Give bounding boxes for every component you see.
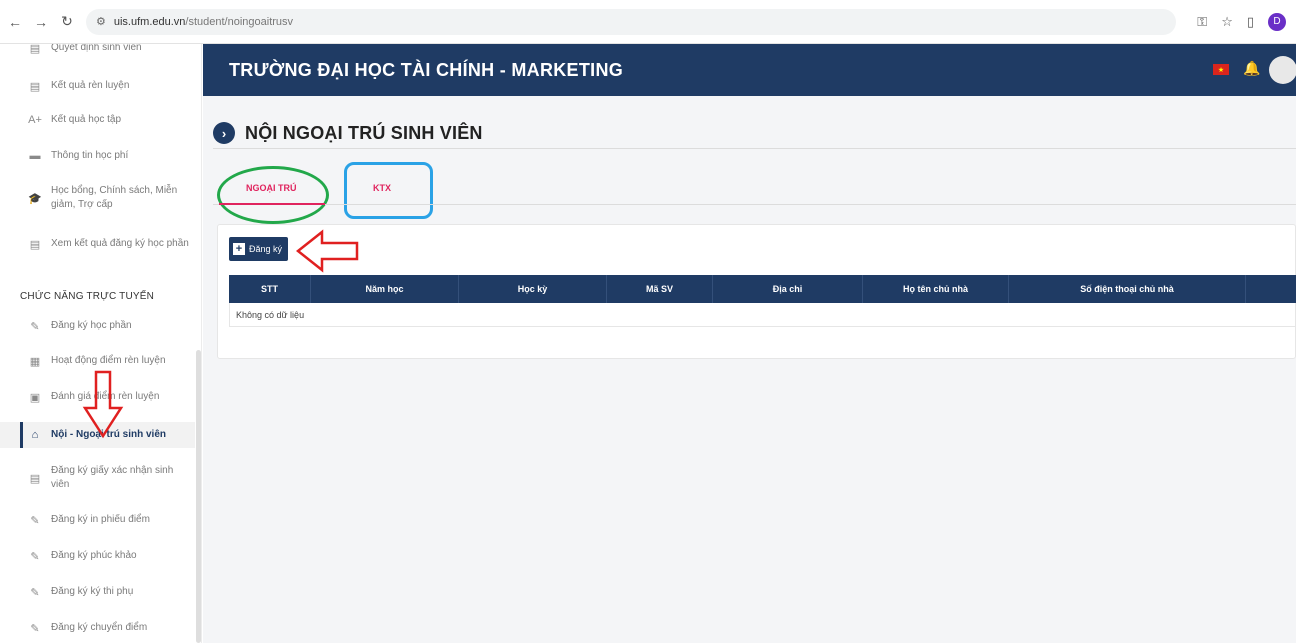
document-icon: ▣ [29, 391, 41, 404]
sidebar-item-in-phieu-diem[interactable]: ✎ Đăng ký in phiếu điểm [0, 510, 195, 530]
sidepanel-icon[interactable]: ▯ [1247, 14, 1254, 30]
document-plus-icon: ▤ [29, 472, 41, 485]
sidebar-item-giay-xac-nhan[interactable]: ▤ Đăng ký giấy xác nhận sinh viên [0, 460, 195, 496]
sidebar-item-label: Đăng ký học phần [51, 320, 132, 331]
sidebar-section-title: CHỨC NĂNG TRỰC TUYẾN [20, 291, 155, 302]
document-icon: ▤ [29, 80, 41, 93]
sidebar-item-label-line2: viên [51, 479, 70, 490]
sidebar-item-label: Kết quả học tập [51, 114, 122, 125]
main-content: › NỘI NGOẠI TRÚ SINH VIÊN NGOẠI TRÚ KTX … [203, 96, 1296, 643]
app-title: TRƯỜNG ĐẠI HỌC TÀI CHÍNH - MARKETING [229, 59, 624, 80]
sidebar-item-chuyen-diem[interactable]: ✎ Đăng ký chuyển điểm [0, 618, 195, 638]
sidebar-scrollbar[interactable] [196, 350, 201, 643]
url-path: /student/noingoaitrusv [185, 15, 294, 28]
annotation-green-ellipse [217, 166, 329, 224]
divider [213, 148, 1296, 149]
sidebar-item-label-line1: Đăng ký giấy xác nhận sinh [51, 465, 174, 476]
document-icon: ▤ [29, 238, 41, 251]
profile-avatar[interactable]: D [1268, 12, 1286, 31]
document-icon: ▤ [29, 44, 41, 55]
sidebar-item-label-line2: giảm, Trợ cấp [51, 199, 113, 210]
chevron-right-icon: › [213, 122, 235, 144]
reload-icon[interactable]: ↻ [56, 11, 78, 33]
sidebar-item-phuc-khao[interactable]: ✎ Đăng ký phúc khảo [0, 546, 195, 566]
column-header[interactable]: Học kỳ [459, 275, 607, 303]
sidebar-item-ket-qua-hoc-tap[interactable]: A+ Kết quả học tập [0, 110, 195, 130]
tab-ngoai-tru[interactable]: NGOẠI TRÚ [246, 183, 297, 193]
sidebar-item-hoc-bong[interactable]: 🎓 Học bổng, Chính sách, Miễn giảm, Trợ c… [0, 180, 195, 216]
home-icon: ⌂ [31, 429, 39, 441]
address-bar[interactable]: ⚙ uis.ufm.edu.vn/student/noingoaitrusv [86, 8, 1176, 35]
content-card: + Đăng ký STT Năm học Học kỳ Mã SV Địa c… [217, 224, 1296, 359]
sidebar-item-ket-qua-ren-luyen[interactable]: ▤ Kết quả rèn luyện [0, 76, 195, 96]
sidebar-item-label: Kết quả rèn luyện [51, 80, 130, 91]
register-button-label: Đăng ký [249, 244, 283, 254]
browser-toolbar: ← → ↻ ⚙ uis.ufm.edu.vn/student/noingoait… [0, 0, 1296, 44]
empty-message: Không có dữ liệu [236, 309, 305, 320]
sidebar: ▤ Quyết định sinh viên ▤ Kết quả rèn luy… [0, 44, 202, 643]
sidebar-item-label: Đăng ký phúc khảo [51, 550, 137, 561]
bell-icon[interactable]: 🔔 [1243, 60, 1260, 77]
column-header[interactable]: Mã SV [607, 275, 713, 303]
sidebar-item-label: Thông tin học phí [51, 150, 129, 161]
edit-icon: ✎ [30, 550, 40, 563]
back-icon[interactable]: ← [4, 11, 26, 33]
column-header[interactable]: Số điện thoại chủ nhà [1009, 275, 1246, 303]
sidebar-item-xem-ket-qua-dang-ky[interactable]: ▤ Xem kết quả đăng ký học phần [0, 234, 195, 254]
tab-ktx[interactable]: KTX [373, 183, 391, 193]
sidebar-item-label: Đăng ký ký thi phụ [51, 586, 134, 597]
sidebar-item-dang-ky-hoc-phan[interactable]: ✎ Đăng ký học phần [0, 316, 195, 336]
forward-icon[interactable]: → [30, 11, 52, 33]
app-header: TRƯỜNG ĐẠI HỌC TÀI CHÍNH - MARKETING ★ 🔔 [203, 44, 1296, 96]
plus-icon: + [233, 243, 245, 255]
table-header: STT Năm học Học kỳ Mã SV Địa chỉ Họ tên … [229, 275, 1296, 303]
active-tab-underline [219, 203, 325, 205]
sidebar-item-label-line1: Học bổng, Chính sách, Miễn [51, 185, 178, 196]
bookmark-star-icon[interactable]: ☆ [1221, 14, 1233, 30]
page-title: NỘI NGOẠI TRÚ SINH VIÊN [245, 122, 483, 143]
sidebar-item-thong-tin-hoc-phi[interactable]: ▬ Thông tin học phí [0, 146, 195, 166]
column-header[interactable]: STT [229, 275, 311, 303]
sidebar-item-label: Xem kết quả đăng ký học phần [51, 238, 189, 249]
users-icon: ▦ [29, 355, 41, 368]
sidebar-item-label: Đăng ký chuyển điểm [51, 622, 148, 633]
vietnam-flag-icon[interactable]: ★ [1213, 64, 1229, 75]
annotation-arrow-down-icon [82, 370, 124, 439]
edit-icon: ✎ [30, 586, 40, 599]
column-header[interactable]: Họ tên chủ nhà [863, 275, 1009, 303]
sidebar-item-thi-phu[interactable]: ✎ Đăng ký ký thi phụ [0, 582, 195, 602]
sidebar-item-quyet-dinh[interactable]: ▤ Quyết định sinh viên [0, 44, 195, 56]
column-header[interactable] [1246, 275, 1296, 303]
sidebar-item-label: Quyết định sinh viên [51, 44, 142, 53]
annotation-arrow-left-icon [296, 229, 359, 273]
url-host: uis.ufm.edu.vn [113, 15, 186, 28]
edit-icon: ✎ [30, 622, 40, 635]
page-header: › NỘI NGOẠI TRÚ SINH VIÊN [213, 122, 483, 144]
text-a-plus-icon: A+ [28, 114, 42, 126]
sidebar-item-label: Hoạt động điểm rèn luyện [51, 355, 166, 366]
column-header[interactable]: Địa chỉ [713, 275, 863, 303]
edit-icon: ✎ [30, 320, 40, 333]
card-icon: ▬ [29, 150, 41, 162]
register-button[interactable]: + Đăng ký [229, 237, 289, 261]
graduation-icon: 🎓 [28, 192, 42, 205]
column-header[interactable]: Năm học [311, 275, 459, 303]
edit-icon: ✎ [30, 514, 40, 527]
table-empty-row: Không có dữ liệu [229, 303, 1296, 327]
tabs-divider [213, 204, 1296, 205]
password-key-icon[interactable]: ⚿ [1197, 14, 1207, 30]
sidebar-item-label: Đăng ký in phiếu điểm [51, 514, 150, 525]
active-indicator [20, 422, 23, 448]
site-settings-icon[interactable]: ⚙ [96, 15, 106, 28]
user-avatar[interactable] [1269, 56, 1296, 84]
sidebar-item-hoat-dong-drl[interactable]: ▦ Hoạt động điểm rèn luyện [0, 351, 195, 371]
